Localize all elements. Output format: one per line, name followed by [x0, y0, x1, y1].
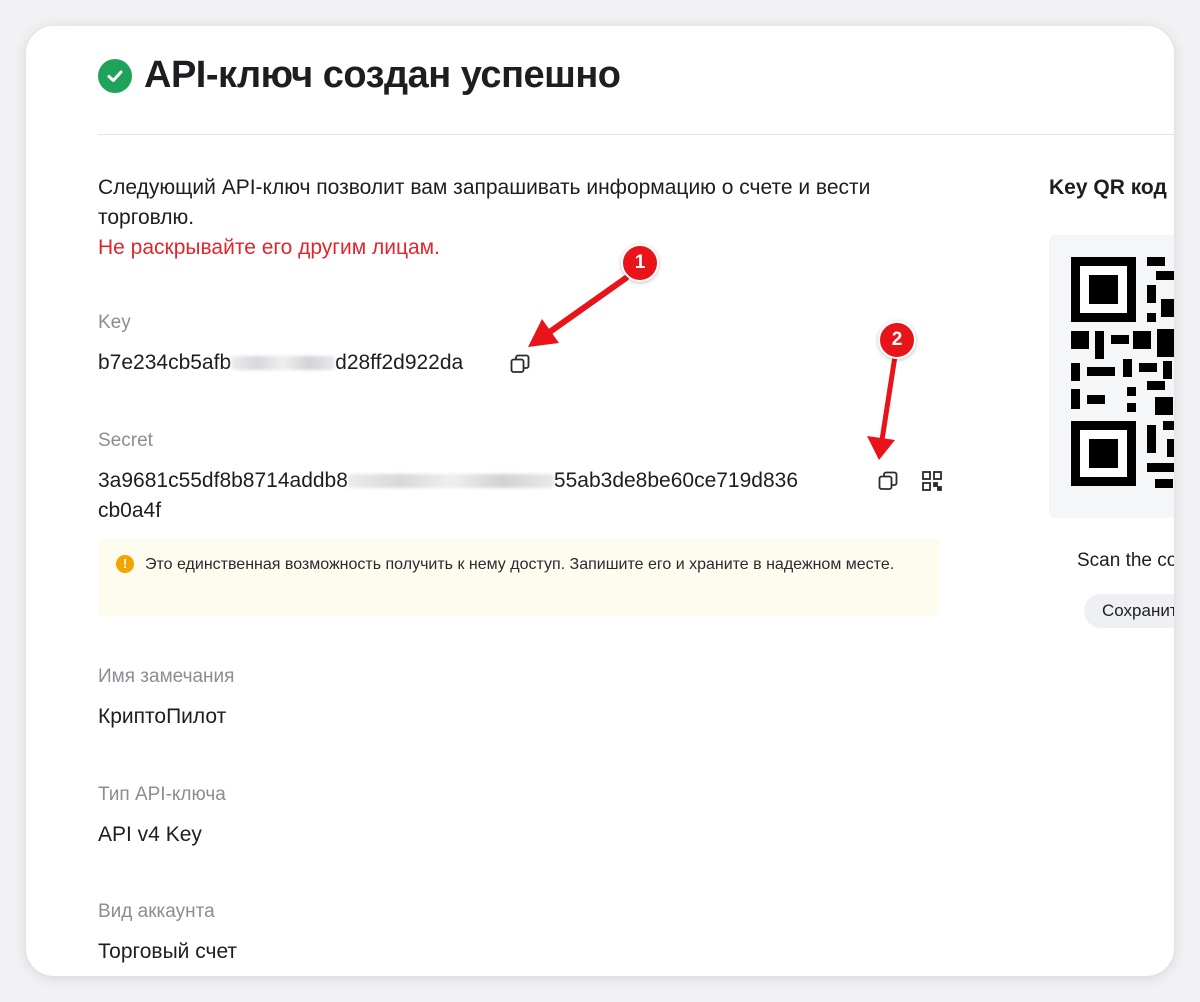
header-divider — [98, 134, 1174, 135]
qr-code-icon[interactable] — [920, 469, 944, 493]
secret-redacted — [347, 474, 554, 489]
annotation-badge-2: 2 — [878, 321, 916, 359]
qr-code-image — [1071, 257, 1174, 488]
check-circle-icon — [98, 58, 132, 93]
key-value-start: b7e234cb5afb — [98, 351, 232, 374]
exclamation-icon: ! — [116, 555, 134, 573]
note-name-value: КриптоПилот — [98, 705, 227, 728]
page-header: API-ключ создан успешно — [98, 54, 621, 97]
intro-description: Следующий API-ключ позволит вам запрашив… — [98, 176, 871, 229]
save-qr-button[interactable]: Сохранит — [1084, 594, 1174, 628]
secret-label: Secret — [98, 430, 153, 451]
api-key-type-label: Тип API-ключа — [98, 784, 226, 805]
note-name-label: Имя замечания — [98, 666, 235, 687]
secret-value-end: 55ab3de8be60ce719d836 — [553, 469, 799, 492]
copy-key-icon[interactable] — [508, 352, 532, 376]
copy-secret-icon[interactable] — [876, 469, 900, 493]
page-title: API-ключ создан успешно — [144, 54, 621, 96]
secret-value[interactable]: 3a9681c55df8b8714addb8 55ab3de8be60ce719d… — [98, 469, 798, 493]
key-label: Key — [98, 312, 131, 333]
key-value[interactable]: b7e234cb5afb d28ff2d922da — [98, 351, 463, 375]
key-redacted — [231, 356, 336, 371]
notice-text: Это единственная возможность получить к … — [145, 556, 895, 573]
secret-value-line2: cb0a4f — [98, 499, 162, 522]
secret-value-start: 3a9681c55df8b8714addb8 — [98, 469, 348, 492]
annotation-badge-1: 1 — [621, 244, 659, 282]
account-type-value: Торговый счет — [98, 940, 238, 963]
qr-scan-text: Scan the co — [1077, 550, 1174, 571]
key-value-end: d28ff2d922da — [335, 351, 464, 374]
intro-warning: Не раскрывайте его другим лицам. — [98, 236, 440, 259]
qr-panel — [1049, 235, 1174, 518]
one-time-access-notice: ! Это единственная возможность получить … — [98, 538, 940, 616]
api-key-created-card: API-ключ создан успешно Следующий API-кл… — [26, 26, 1174, 976]
intro-text: Следующий API-ключ позволит вам запрашив… — [98, 173, 958, 263]
qr-title: Key QR код — [1049, 176, 1167, 199]
account-type-label: Вид аккаунта — [98, 901, 215, 922]
api-key-type-value: API v4 Key — [98, 823, 202, 846]
